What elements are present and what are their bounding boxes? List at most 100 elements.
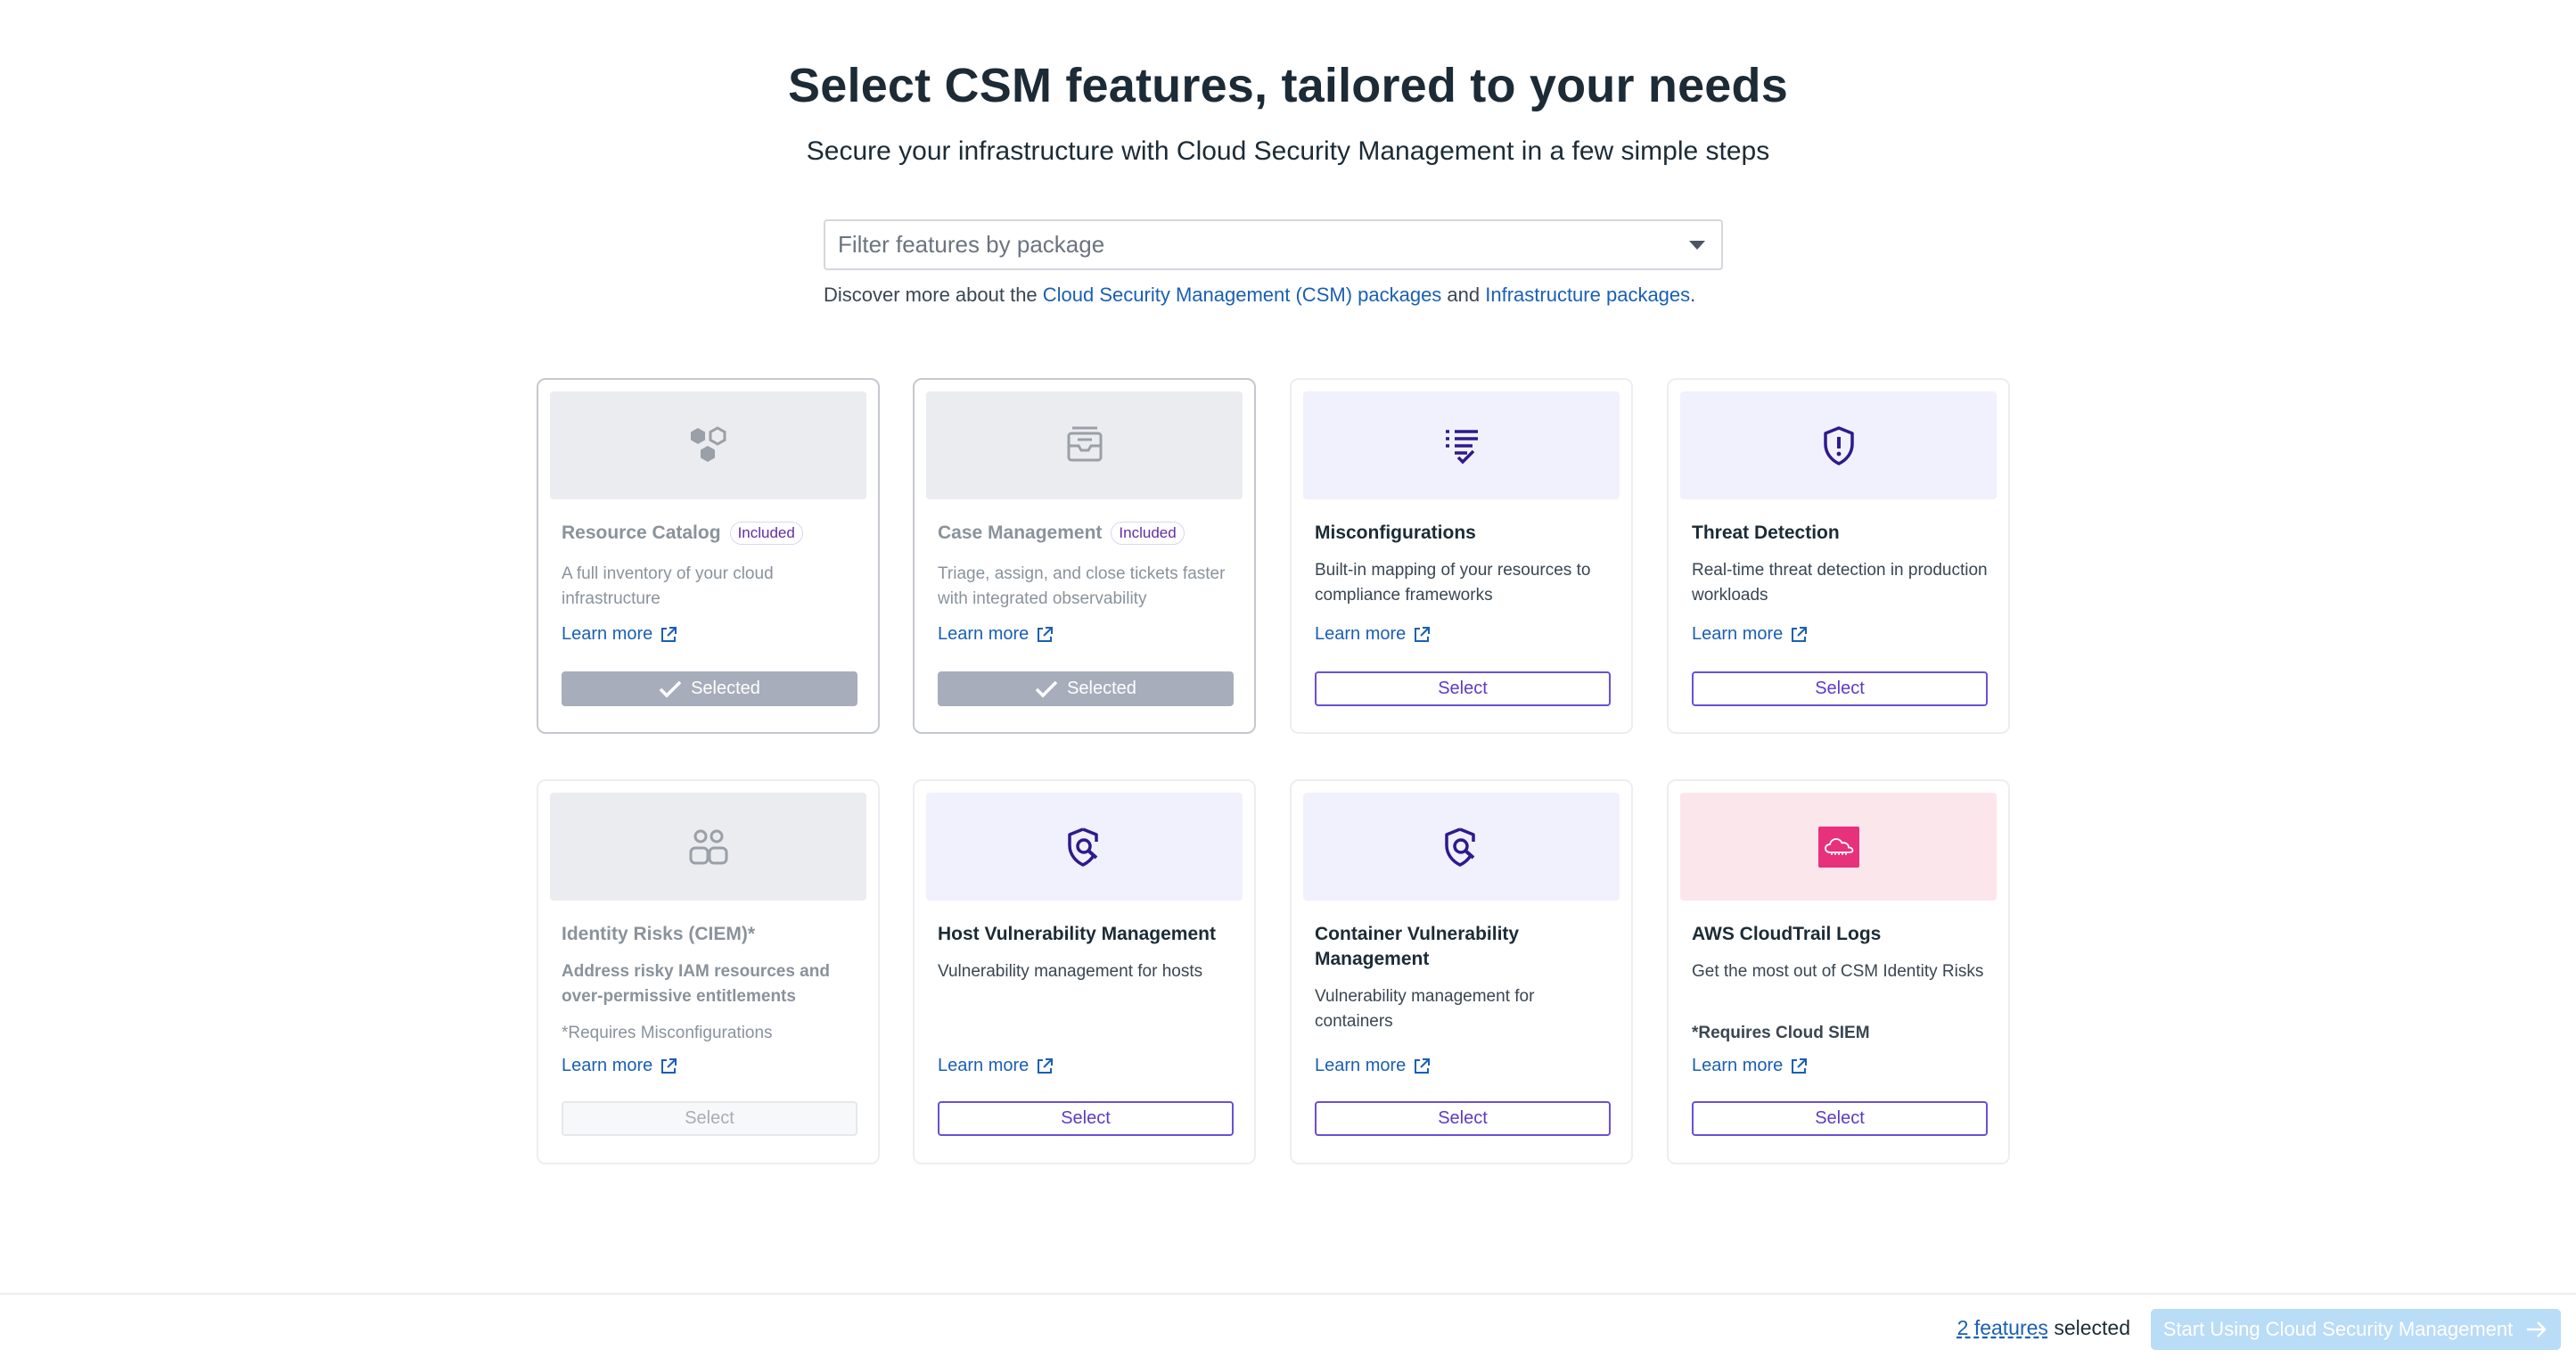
learn-more-label: Learn more (938, 624, 1030, 644)
feature-card-container-vulnerability-management[interactable]: Container Vulnerability Management Vulne… (1290, 779, 1633, 1164)
card-banner (550, 391, 866, 499)
learn-more-label: Learn more (1315, 624, 1407, 644)
discover-packages-text: Discover more about the Cloud Security M… (824, 284, 1695, 307)
csm-packages-link[interactable]: Cloud Security Management (CSM) packages (1043, 284, 1442, 306)
feature-card-case-management[interactable]: Case Management Included Triage, assign, … (913, 378, 1256, 734)
select-button[interactable]: Select (1692, 1101, 1988, 1136)
external-link-icon (1038, 626, 1054, 642)
feature-card-host-vulnerability-management[interactable]: Host Vulnerability Management Vulnerabil… (913, 779, 1256, 1164)
included-badge: Included (729, 522, 803, 545)
shield-alert-icon (1823, 425, 1854, 465)
learn-more-link[interactable]: Learn more (1315, 624, 1431, 645)
card-description: Vulnerability management for hosts (938, 962, 1203, 981)
external-link-icon (1415, 1057, 1431, 1074)
card-description: A full inventory of your cloud infrastru… (562, 564, 774, 608)
card-title-text: AWS CloudTrail Logs (1692, 924, 1882, 944)
card-title: Identity Risks (CIEM)* (562, 922, 860, 947)
requirement-note: *Requires Cloud SIEM (1692, 1024, 1870, 1042)
button-label: Selected (691, 679, 760, 698)
external-link-icon (1415, 626, 1431, 642)
card-description: Triage, assign, and close tickets faster… (938, 564, 1226, 608)
card-title: Host Vulnerability Management (938, 922, 1236, 947)
card-banner (550, 793, 866, 901)
shield-search-icon (1444, 827, 1475, 867)
selected-count: 2 features selected (1957, 1316, 2130, 1340)
card-description: Get the most out of CSM Identity Risks (1692, 962, 1984, 981)
checklist-icon (1445, 429, 1478, 464)
learn-more-link[interactable]: Learn more (938, 1056, 1054, 1076)
infrastructure-packages-link[interactable]: Infrastructure packages (1485, 284, 1690, 306)
learn-more-link[interactable]: Learn more (1315, 1056, 1431, 1076)
select-button[interactable]: Select (1315, 1101, 1611, 1136)
learn-more-label: Learn more (938, 1056, 1030, 1075)
discover-prefix: Discover more about the (824, 284, 1043, 306)
cta-label: Start Using Cloud Security Management (2162, 1318, 2514, 1340)
card-title: Misconfigurations (1315, 521, 1613, 546)
hexagons-icon (690, 425, 726, 462)
discover-and: and (1441, 284, 1486, 306)
page-title: Select CSM features, tailored to your ne… (788, 59, 1788, 112)
button-label: Select (685, 1108, 734, 1128)
card-title: Case Management Included (938, 521, 1236, 546)
card-title-text: Host Vulnerability Management (938, 924, 1216, 944)
chevron-down-icon (1689, 240, 1705, 250)
button-label: Select (1815, 1108, 1865, 1128)
button-label: Selected (1067, 679, 1136, 698)
card-title-text: Misconfigurations (1315, 523, 1476, 543)
card-title: Resource Catalog Included (562, 521, 860, 546)
learn-more-link[interactable]: Learn more (562, 624, 677, 645)
feature-card-resource-catalog[interactable]: Resource Catalog Included A full inventor… (537, 378, 880, 734)
learn-more-link[interactable]: Learn more (1692, 1056, 1808, 1076)
learn-more-link[interactable]: Learn more (1692, 624, 1808, 645)
select-button[interactable]: Select (1692, 671, 1988, 706)
selected-button[interactable]: Selected (938, 671, 1234, 706)
card-title-text: Container Vulnerability Management (1315, 924, 1520, 969)
card-title: Container Vulnerability Management (1315, 922, 1613, 972)
csm-feature-selection-page: Select CSM features, tailored to your ne… (0, 0, 2576, 1366)
selected-count-suffix: selected (2047, 1316, 2130, 1339)
feature-card-misconfigurations[interactable]: Misconfigurations Built-in mapping of yo… (1290, 378, 1633, 734)
learn-more-label: Learn more (562, 624, 653, 644)
inbox-icon (1067, 426, 1102, 461)
learn-more-label: Learn more (1315, 1056, 1407, 1075)
card-description: Real-time threat detection in production… (1692, 561, 1988, 605)
package-filter-dropdown[interactable]: Filter features by package (824, 219, 1723, 270)
feature-card-threat-detection[interactable]: Threat Detection Real-time threat detect… (1667, 378, 2010, 734)
learn-more-label: Learn more (562, 1056, 653, 1075)
learn-more-link[interactable]: Learn more (938, 624, 1054, 645)
checkmark-icon (1035, 680, 1058, 697)
requirement-note: *Requires Misconfigurations (562, 1024, 773, 1042)
aws-cloudtrail-icon (1817, 826, 1859, 868)
feature-card-identity-risks[interactable]: Identity Risks (CIEM)* Address risky IAM… (537, 779, 880, 1164)
checkmark-icon (659, 680, 682, 697)
card-banner (1680, 391, 1997, 499)
feature-card-aws-cloudtrail-logs[interactable]: AWS CloudTrail Logs Get the most out of … (1667, 779, 2010, 1164)
included-badge: Included (1111, 522, 1185, 545)
button-label: Select (1815, 679, 1865, 698)
card-description: Address risky IAM resources and over-per… (562, 962, 830, 1006)
select-button[interactable]: Select (1315, 671, 1611, 706)
card-title-text: Resource Catalog (562, 523, 721, 543)
external-link-icon (661, 1057, 677, 1074)
learn-more-label: Learn more (1692, 624, 1784, 644)
card-title-text: Case Management (938, 523, 1103, 543)
selected-button[interactable]: Selected (562, 671, 857, 706)
card-banner (1680, 793, 1997, 901)
button-label: Select (1061, 1108, 1111, 1128)
shield-search-icon (1067, 827, 1098, 867)
external-link-icon (1038, 1057, 1054, 1074)
features-count-link[interactable]: 2 features (1957, 1316, 2048, 1339)
start-using-csm-button[interactable]: Start Using Cloud Security Management (2151, 1309, 2561, 1350)
package-filter-placeholder: Filter features by package (838, 231, 1105, 258)
page-header: Select CSM features, tailored to your ne… (0, 55, 2576, 169)
users-icon (689, 829, 727, 864)
learn-more-link[interactable]: Learn more (562, 1056, 677, 1076)
select-button[interactable]: Select (938, 1101, 1234, 1136)
learn-more-label: Learn more (1692, 1056, 1784, 1075)
card-title: AWS CloudTrail Logs (1692, 922, 1990, 947)
external-link-icon (1792, 626, 1808, 642)
select-button-disabled: Select (562, 1101, 857, 1136)
footer-bar: 2 features selected Start Using Cloud Se… (0, 1293, 2576, 1366)
card-title-text: Identity Risks (CIEM)* (562, 924, 756, 944)
card-title: Threat Detection (1692, 521, 1990, 546)
